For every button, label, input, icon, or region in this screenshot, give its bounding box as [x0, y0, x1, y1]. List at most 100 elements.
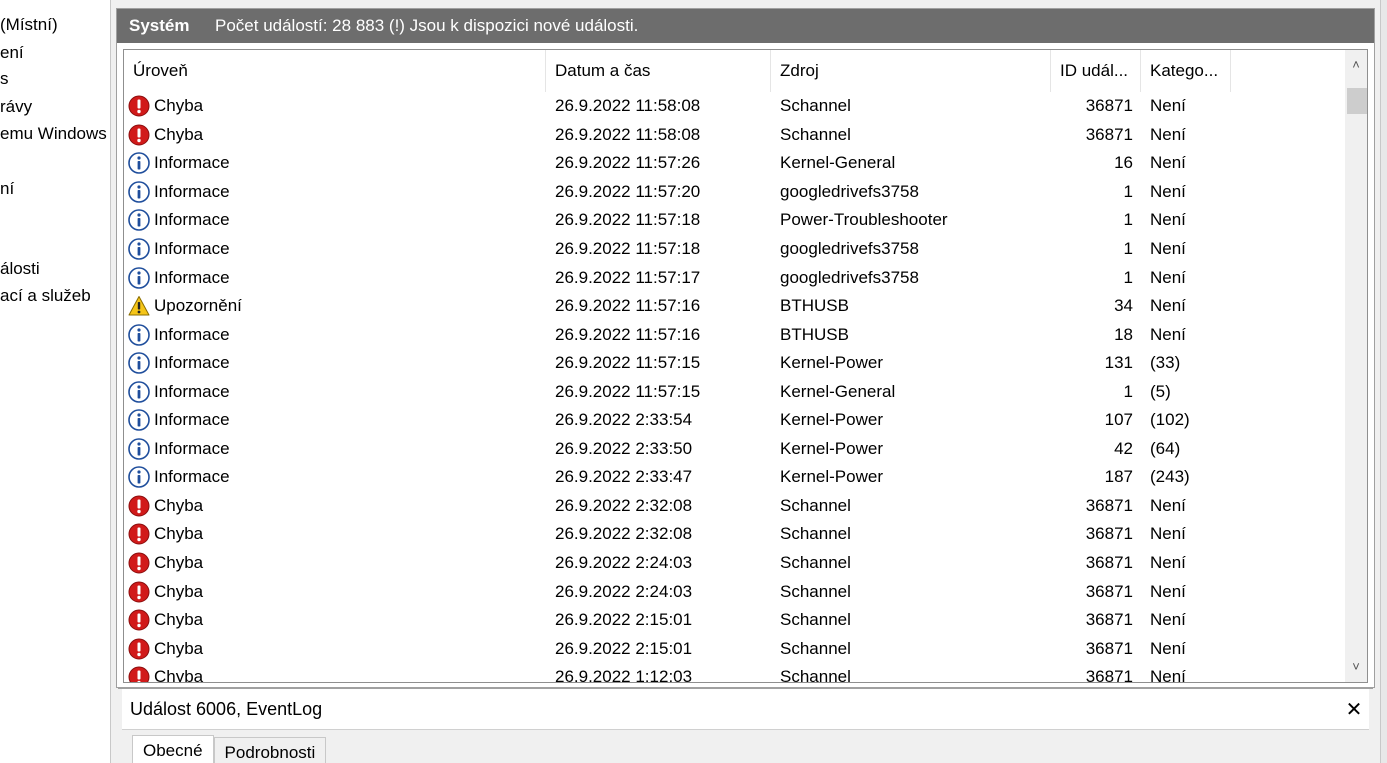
table-row[interactable]: Informace 26.9.2022 11:57:20 googledrivefs…: [124, 178, 1344, 207]
cell-source: Schannel: [780, 610, 851, 630]
table-row[interactable]: Informace 26.9.2022 11:57:16 BTHUSB 18 Není: [124, 320, 1344, 349]
tree-item-10[interactable]: álosti: [0, 258, 40, 280]
cell-level: Informace: [124, 438, 546, 460]
cell-event-id: 34: [1114, 296, 1133, 316]
cell-event-id: 187: [1104, 467, 1133, 487]
tree-item-2[interactable]: ení: [0, 42, 24, 64]
right-pane-edge: [1380, 0, 1387, 763]
table-row[interactable]: Informace 26.9.2022 2:33:47 Kernel-Power 18…: [124, 463, 1344, 492]
level-label: Chyba: [154, 667, 204, 683]
column-header-source[interactable]: Zdroj: [771, 50, 1051, 92]
cell-source: Schannel: [780, 96, 851, 116]
cell-level: Chyba: [124, 581, 546, 603]
error-icon: [128, 609, 150, 631]
cell-date: 26.9.2022 11:57:26: [555, 153, 701, 173]
table-row[interactable]: Informace 26.9.2022 11:57:15 Kernel-Power 1…: [124, 349, 1344, 378]
level-label: Informace: [154, 467, 230, 487]
detail-tabs: Obecné Podrobnosti: [132, 735, 327, 763]
cell-event-id: 36871: [1085, 581, 1133, 601]
table-row[interactable]: Chyba 26.9.2022 2:32:08 Schannel 36871 Není: [124, 520, 1344, 549]
info-icon: [128, 323, 150, 346]
table-row[interactable]: Informace 26.9.2022 11:57:18 Power-Trouble…: [124, 206, 1344, 235]
cell-source: Schannel: [780, 524, 851, 544]
cell-category: (243): [1150, 467, 1190, 487]
vertical-scrollbar[interactable]: ˄ ˅: [1345, 50, 1367, 682]
table-row[interactable]: Informace 26.9.2022 2:33:54 Kernel-Power 10…: [124, 406, 1344, 435]
cell-source: Kernel-General: [780, 381, 896, 401]
level-label: Upozornění: [154, 296, 242, 316]
log-info: Počet událostí: 28 883 (!) Jsou k dispoz…: [215, 16, 639, 35]
tree-item-7[interactable]: ní: [0, 178, 14, 200]
cell-level: Chyba: [124, 609, 546, 631]
table-row[interactable]: Informace 26.9.2022 11:57:26 Kernel-Genera…: [124, 149, 1344, 178]
cell-date: 26.9.2022 11:57:15: [555, 381, 701, 401]
table-row[interactable]: Chyba 26.9.2022 2:24:03 Schannel 36871 Není: [124, 549, 1344, 578]
cell-source: Schannel: [780, 581, 851, 601]
table-row[interactable]: Chyba 26.9.2022 1:12:03 Schannel 36871 Není: [124, 663, 1344, 683]
level-label: Informace: [154, 267, 230, 287]
table-row[interactable]: Informace 26.9.2022 2:33:50 Kernel-Power 42…: [124, 435, 1344, 464]
cell-date: 26.9.2022 2:24:03: [555, 553, 693, 573]
cell-source: Schannel: [780, 495, 851, 515]
close-icon[interactable]: ✕: [1339, 697, 1369, 722]
tab-general[interactable]: Obecné: [132, 735, 214, 763]
cell-source: Schannel: [780, 124, 851, 144]
cell-source: Schannel: [780, 667, 851, 683]
cell-event-id: 16: [1114, 153, 1133, 173]
tree-item-5[interactable]: emu Windows: [0, 123, 107, 145]
column-header-id[interactable]: ID udál...: [1051, 50, 1141, 92]
cell-level: Chyba: [124, 638, 546, 660]
column-header-date[interactable]: Datum a čas: [546, 50, 771, 92]
cell-event-id: 1: [1123, 239, 1133, 258]
cell-date: 26.9.2022 11:57:18: [555, 210, 701, 230]
column-header-level[interactable]: Úroveň: [124, 50, 546, 92]
cell-date: 26.9.2022 11:57:17: [555, 267, 701, 287]
tree-item-local[interactable]: (Místní): [0, 14, 58, 36]
cell-category: (33): [1150, 353, 1181, 373]
cell-date: 26.9.2022 2:32:08: [555, 524, 693, 544]
cell-category: Není: [1150, 581, 1186, 601]
cell-category: Není: [1150, 495, 1186, 515]
table-row[interactable]: Upozornění 26.9.2022 11:57:16 BTHUSB 34 Není: [124, 292, 1344, 321]
column-header-category[interactable]: Katego...: [1141, 50, 1231, 92]
tree-item-3[interactable]: s: [0, 68, 9, 90]
cell-date: 26.9.2022 11:57:16: [555, 324, 701, 344]
info-icon: [128, 266, 150, 289]
cell-level: Chyba: [124, 523, 546, 545]
cell-date: 26.9.2022 2:15:01: [555, 638, 693, 658]
scroll-down-icon[interactable]: ˅: [1345, 656, 1367, 678]
cell-event-id: 36871: [1085, 96, 1133, 116]
cell-event-id: 107: [1104, 410, 1133, 430]
cell-category: Není: [1150, 124, 1186, 144]
scrollbar-thumb[interactable]: [1347, 88, 1367, 114]
table-row[interactable]: Chyba 26.9.2022 2:24:03 Schannel 36871 Není: [124, 577, 1344, 606]
warning-icon: [128, 296, 150, 316]
tab-details[interactable]: Podrobnosti: [213, 737, 327, 763]
tree-item-4[interactable]: rávy: [0, 96, 32, 118]
cell-source: Kernel-Power: [780, 410, 883, 430]
cell-date: 26.9.2022 2:15:01: [555, 610, 693, 630]
cell-date: 26.9.2022 11:57:20: [555, 181, 701, 201]
table-row[interactable]: Chyba 26.9.2022 11:58:08 Schannel 36871 Není: [124, 92, 1344, 121]
table-row[interactable]: Chyba 26.9.2022 2:15:01 Schannel 36871 Není: [124, 606, 1344, 635]
table-row[interactable]: Informace 26.9.2022 11:57:18 googledrivefs…: [124, 235, 1344, 264]
cell-level: Chyba: [124, 552, 546, 574]
table-row[interactable]: Chyba 26.9.2022 11:58:08 Schannel 36871 Není: [124, 121, 1344, 150]
table-row[interactable]: Chyba 26.9.2022 2:15:01 Schannel 36871 Není: [124, 634, 1344, 663]
info-icon: [128, 152, 150, 175]
level-label: Informace: [154, 324, 230, 344]
tree-item-11[interactable]: ací a služeb: [0, 285, 91, 307]
cell-source: Kernel-Power: [780, 353, 883, 373]
cell-level: Chyba: [124, 95, 546, 117]
scroll-up-icon[interactable]: ˄: [1345, 54, 1367, 76]
error-icon: [128, 666, 150, 682]
error-icon: [128, 124, 150, 146]
table-row[interactable]: Informace 26.9.2022 11:57:17 googledrivefs…: [124, 263, 1344, 292]
table-row[interactable]: Chyba 26.9.2022 2:32:08 Schannel 36871 Není: [124, 492, 1344, 521]
cell-category: Není: [1150, 524, 1186, 544]
table-row[interactable]: Informace 26.9.2022 11:57:15 Kernel-Genera…: [124, 377, 1344, 406]
error-icon: [128, 638, 150, 660]
level-label: Informace: [154, 438, 230, 458]
cell-category: Není: [1150, 153, 1186, 173]
log-name: Systém: [129, 16, 190, 35]
